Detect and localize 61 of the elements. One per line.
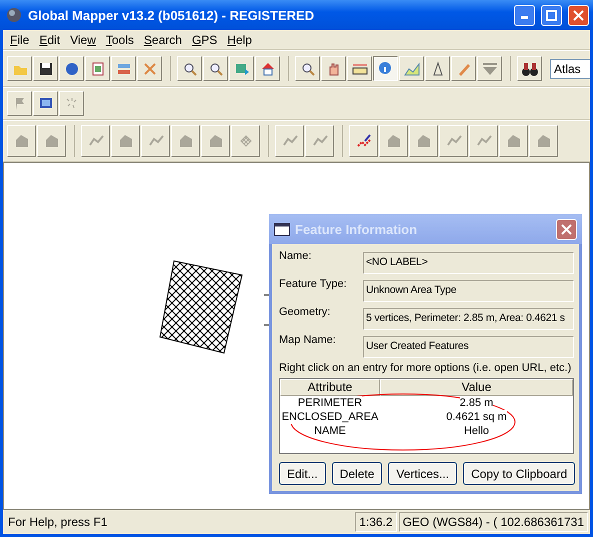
dialog-button[interactable]: Vertices... bbox=[388, 462, 458, 485]
dropdown-icon bbox=[482, 60, 498, 76]
shape-icon bbox=[416, 133, 432, 149]
menu-item[interactable]: Tools bbox=[100, 32, 139, 46]
status-text: For Help, press F1 bbox=[7, 514, 108, 531]
dialog-button[interactable]: Copy to Clipboard bbox=[463, 462, 576, 485]
field-label: Geometry: bbox=[279, 306, 332, 318]
shape-icon bbox=[178, 133, 194, 149]
close-button[interactable] bbox=[556, 218, 577, 240]
profile-icon bbox=[404, 60, 420, 76]
home-icon bbox=[260, 60, 276, 76]
shape-icon bbox=[536, 133, 552, 149]
menu-item[interactable]: View bbox=[65, 32, 101, 46]
shape-icon bbox=[14, 133, 30, 149]
grid-icon bbox=[238, 133, 254, 149]
text-field[interactable]: Unknown Area Type bbox=[363, 280, 574, 302]
column-header[interactable]: Value bbox=[380, 379, 573, 396]
atlas-field[interactable]: Atlas bbox=[550, 58, 590, 78]
menu-item[interactable]: Edit bbox=[34, 32, 66, 46]
shape-icon bbox=[506, 133, 522, 149]
window-icon bbox=[274, 222, 290, 236]
menu-item[interactable]: GPS bbox=[186, 32, 222, 46]
text-field[interactable]: 5 vertices, Perimeter: 2.85 m, Area: 0.4621 s bbox=[363, 308, 574, 330]
field-label: Map Name: bbox=[279, 334, 337, 346]
sheet-icon bbox=[90, 60, 106, 76]
maximize-icon bbox=[546, 10, 557, 20]
table-cell: ENCLOSED_AREA bbox=[282, 410, 378, 424]
table-cell: 0.4621 sq m bbox=[446, 410, 507, 424]
draw-icon bbox=[356, 133, 372, 149]
status-pane: 1:36.2 bbox=[355, 512, 397, 532]
text-field[interactable]: User Created Features bbox=[363, 336, 574, 358]
status-pane: GEO (WGS84) - ( 102.686361731 bbox=[398, 512, 588, 532]
globe-icon bbox=[64, 60, 80, 76]
menu-item[interactable]: File bbox=[5, 32, 34, 46]
menu-item[interactable]: Help bbox=[222, 32, 257, 46]
shape-icon bbox=[118, 133, 134, 149]
globe-icon bbox=[6, 7, 22, 23]
zoomin-icon bbox=[182, 60, 198, 76]
close-icon bbox=[573, 10, 584, 20]
hint-text: Right click on an entry for more options (i.e. open URL, etc.) bbox=[279, 362, 572, 374]
shape-icon bbox=[208, 133, 224, 149]
minimize-button[interactable] bbox=[514, 4, 535, 26]
close-icon bbox=[561, 224, 572, 234]
text-field[interactable]: <NO LABEL> bbox=[363, 252, 574, 274]
zoomout-icon bbox=[208, 60, 224, 76]
dialog-title: Feature Information bbox=[295, 222, 418, 236]
field-label: Feature Type: bbox=[279, 278, 348, 290]
dialog-button[interactable]: Delete bbox=[332, 462, 382, 485]
close-button[interactable] bbox=[568, 4, 589, 26]
dialog-button[interactable]: Edit... bbox=[279, 462, 326, 485]
maximize-button[interactable] bbox=[541, 4, 562, 26]
binoculars-icon bbox=[522, 60, 538, 76]
info-icon bbox=[378, 60, 394, 76]
menu-item[interactable]: Search bbox=[138, 32, 187, 46]
column-header[interactable]: Attribute bbox=[280, 379, 380, 396]
window-title: Global Mapper v13.2 (b051612) - REGISTERED bbox=[28, 8, 316, 22]
shape-icon bbox=[44, 133, 60, 149]
field-label: Name: bbox=[279, 250, 312, 262]
zoombox-icon bbox=[300, 60, 316, 76]
table-cell: PERIMETER bbox=[298, 396, 362, 410]
shape-icon bbox=[386, 133, 402, 149]
